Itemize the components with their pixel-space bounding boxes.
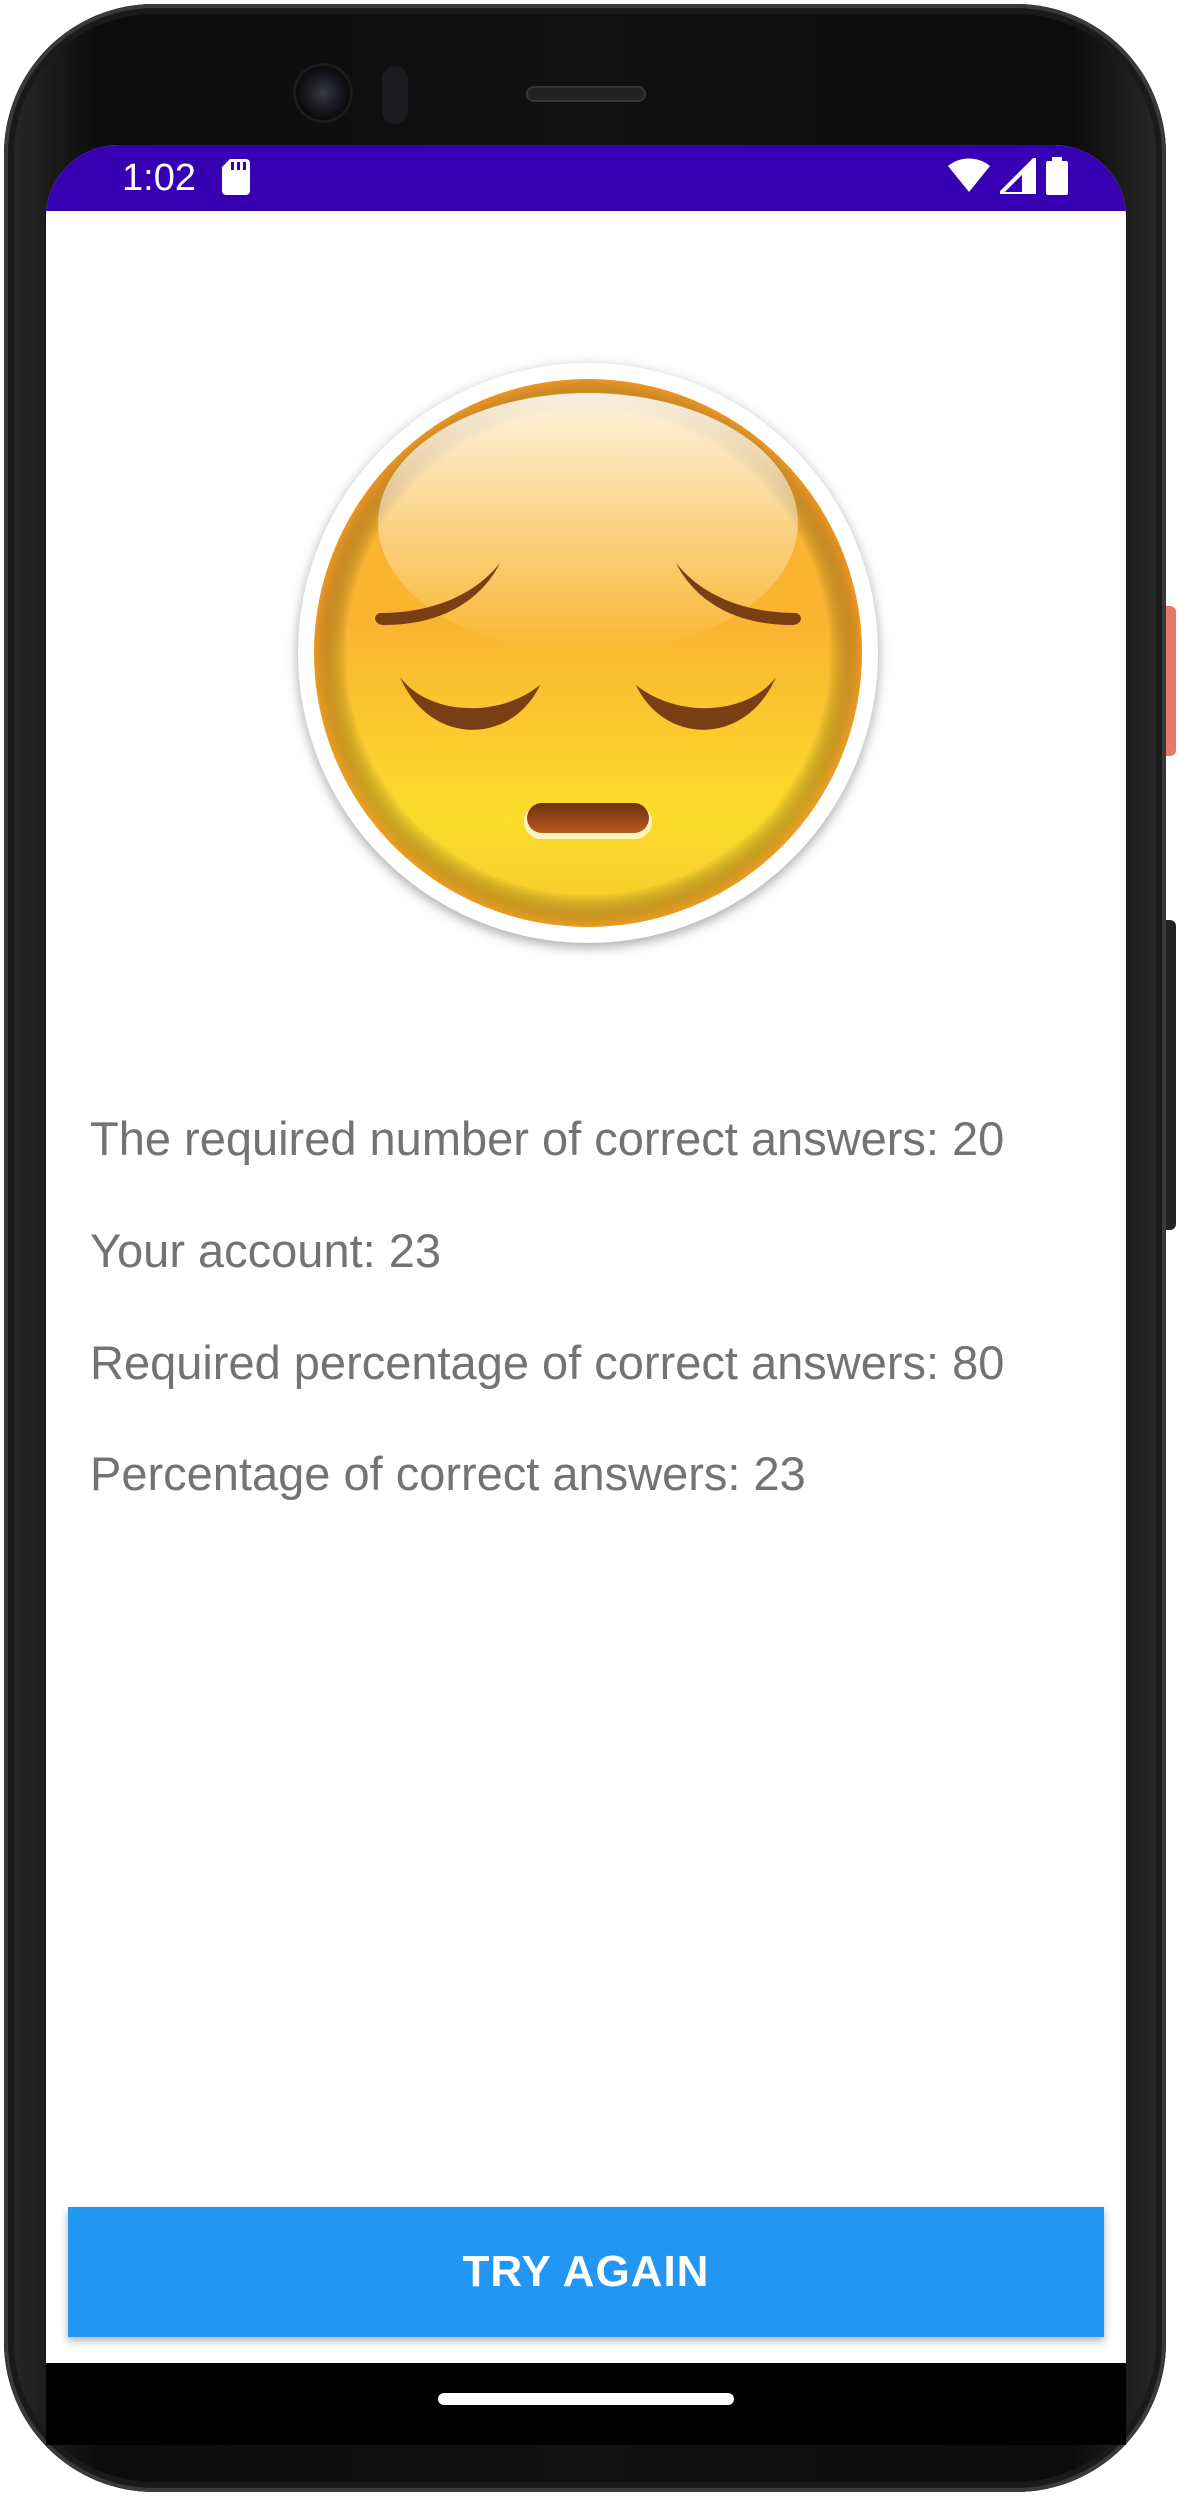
try-again-button[interactable]: TRY AGAIN [68,2207,1104,2337]
pensive-face-emoji [298,363,878,943]
proximity-sensor [382,66,408,124]
required-correct-text: The required number of correct answers: … [90,1112,1005,1165]
app-screen: 1:02 The required number of correct answ… [46,145,1126,2363]
status-icons [948,152,1068,200]
navigation-bar [46,2363,1126,2445]
home-gesture-handle[interactable] [438,2393,734,2405]
front-camera [296,66,350,120]
volume-button [1166,920,1176,1230]
sd-card-icon [222,159,250,195]
required-percentage-text: Required percentage of correct answers: … [90,1336,1005,1389]
status-bar: 1:02 [46,145,1126,211]
your-account-text: Your account: 23 [90,1224,442,1277]
phone-device: 1:02 The required number of correct answ… [0,0,1178,2498]
earpiece-speaker [526,86,646,102]
power-button [1166,606,1176,756]
wifi-icon [948,158,990,199]
percentage-correct-text: Percentage of correct answers: 23 [90,1447,806,1500]
battery-icon [1046,156,1068,200]
status-time: 1:02 [122,157,196,199]
signal-icon [995,152,1038,199]
